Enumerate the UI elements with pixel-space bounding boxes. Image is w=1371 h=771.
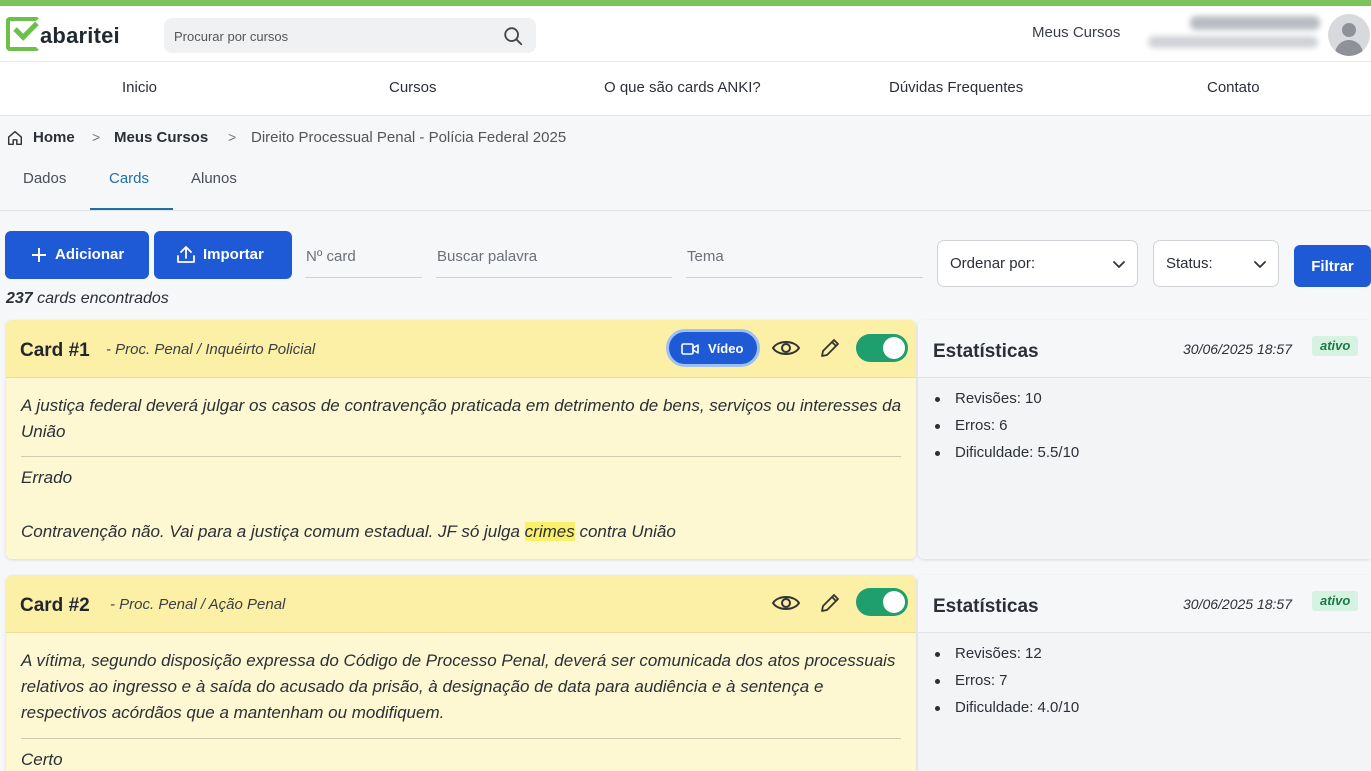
search-icon[interactable]: [502, 25, 524, 47]
results-count: 237 cards encontrados: [6, 290, 169, 308]
active-toggle[interactable]: [856, 334, 908, 362]
card-title: Card #1: [20, 340, 90, 361]
divider: [21, 738, 901, 739]
logo-text: abaritei: [40, 23, 120, 48]
stats-title: Estatísticas: [933, 341, 1039, 362]
import-label: Importar: [203, 246, 264, 263]
card-item: Card #2 - Proc. Penal / Ação Penal A vít…: [6, 575, 916, 771]
main-nav: Inicio Cursos O que são cards ANKI? Dúvi…: [0, 62, 1371, 116]
home-icon[interactable]: [6, 129, 24, 147]
card-question: A justiça federal deverá julgar os casos…: [21, 396, 902, 441]
card-title: Card #2: [20, 595, 90, 616]
nav-item-anki[interactable]: O que são cards ANKI?: [604, 79, 761, 96]
status-badge: ativo: [1312, 591, 1359, 611]
pencil-icon[interactable]: [818, 336, 842, 360]
user-info[interactable]: [1142, 12, 1322, 58]
theme-input[interactable]: [686, 236, 923, 278]
video-button[interactable]: Vídeo: [666, 329, 760, 367]
stats-date: 30/06/2025 18:57: [1183, 341, 1292, 357]
stats-errors: Erros: 7: [933, 671, 1079, 698]
card-explanation: Contravenção não. Vai para a justiça com…: [21, 522, 676, 541]
search-word-input[interactable]: [436, 236, 672, 278]
eye-icon[interactable]: [771, 337, 801, 359]
add-card-label: Adicionar: [55, 246, 125, 263]
video-camera-icon: [681, 343, 699, 355]
chevron-down-icon: [1254, 261, 1266, 268]
tabs: Dados Cards Alunos: [0, 160, 1371, 211]
results-count-number: 237: [6, 290, 33, 307]
results-count-suffix: cards encontrados: [32, 290, 169, 307]
status-badge: ativo: [1312, 336, 1359, 356]
nav-item-contato[interactable]: Contato: [1207, 79, 1260, 96]
active-toggle[interactable]: [856, 588, 908, 616]
search-input[interactable]: [174, 26, 474, 46]
stats-panel: Estatísticas 30/06/2025 18:57 ativo Revi…: [918, 320, 1371, 559]
stats-title: Estatísticas: [933, 596, 1039, 617]
tab-cards[interactable]: Cards: [109, 170, 149, 187]
stats-reviews: Revisões: 12: [933, 644, 1079, 671]
stats-list: Revisões: 10 Erros: 6 Dificuldade: 5.5/1…: [933, 389, 1079, 470]
logo[interactable]: abaritei: [6, 15, 136, 55]
card-theme: - Proc. Penal / Ação Penal: [110, 596, 286, 613]
card-header: Card #2 - Proc. Penal / Ação Penal: [6, 575, 916, 633]
stats-difficulty: Dificuldade: 4.0/10: [933, 698, 1079, 725]
avatar[interactable]: [1328, 14, 1370, 56]
upload-icon: [177, 246, 195, 263]
pencil-icon[interactable]: [818, 591, 842, 615]
active-tab-indicator: [90, 208, 173, 210]
stats-header: Estatísticas 30/06/2025 18:57 ativo: [918, 320, 1371, 378]
add-card-button[interactable]: Adicionar: [5, 231, 149, 279]
stats-difficulty: Dificuldade: 5.5/10: [933, 443, 1079, 470]
order-by-label: Ordenar por:: [950, 255, 1036, 272]
card-item: Card #1 - Proc. Penal / Inquéirto Polici…: [6, 320, 916, 559]
search-box: [164, 18, 536, 53]
card-question: A vítima, segundo disposição expressa do…: [21, 651, 896, 722]
nav-item-cursos[interactable]: Cursos: [389, 79, 437, 96]
stats-date: 30/06/2025 18:57: [1183, 596, 1292, 612]
stats-errors: Erros: 6: [933, 416, 1079, 443]
filter-button[interactable]: Filtrar: [1294, 245, 1371, 287]
stats-panel: Estatísticas 30/06/2025 18:57 ativo Revi…: [918, 575, 1371, 771]
meus-cursos-link[interactable]: Meus Cursos: [1032, 24, 1120, 41]
tab-alunos[interactable]: Alunos: [191, 170, 237, 187]
highlighted-text: crimes: [524, 522, 575, 541]
status-select[interactable]: Status:: [1153, 240, 1279, 287]
breadcrumb-home[interactable]: Home: [33, 129, 75, 146]
import-button[interactable]: Importar: [154, 231, 292, 279]
breadcrumb-current: Direito Processual Penal - Polícia Feder…: [251, 129, 567, 146]
user-email-blurred: [1148, 36, 1318, 48]
card-theme: - Proc. Penal / Inquéirto Policial: [106, 341, 316, 358]
header: abaritei Meus Cursos: [0, 6, 1371, 62]
card-answer: Errado: [21, 468, 73, 487]
eye-icon[interactable]: [771, 592, 801, 614]
status-label: Status:: [1166, 255, 1213, 272]
video-label: Vídeo: [708, 341, 744, 356]
card-number-input[interactable]: [305, 236, 422, 278]
stats-reviews: Revisões: 10: [933, 389, 1079, 416]
card-header: Card #1 - Proc. Penal / Inquéirto Polici…: [6, 320, 916, 378]
order-by-select[interactable]: Ordenar por:: [937, 240, 1138, 287]
card-answer: Certo: [21, 750, 63, 769]
nav-item-inicio[interactable]: Inicio: [122, 79, 157, 96]
nav-item-faq[interactable]: Dúvidas Frequentes: [889, 79, 1023, 96]
chevron-right-icon: >: [228, 129, 237, 145]
breadcrumb-meus-cursos[interactable]: Meus Cursos: [114, 129, 208, 146]
stats-list: Revisões: 12 Erros: 7 Dificuldade: 4.0/1…: [933, 644, 1079, 725]
user-icon: [1342, 23, 1356, 37]
chevron-down-icon: [1113, 261, 1125, 268]
tab-dados[interactable]: Dados: [23, 170, 66, 187]
plus-icon: [32, 248, 46, 262]
stats-header: Estatísticas 30/06/2025 18:57 ativo: [918, 575, 1371, 633]
divider: [21, 456, 901, 457]
user-name-blurred: [1190, 16, 1320, 30]
chevron-right-icon: >: [92, 129, 101, 145]
